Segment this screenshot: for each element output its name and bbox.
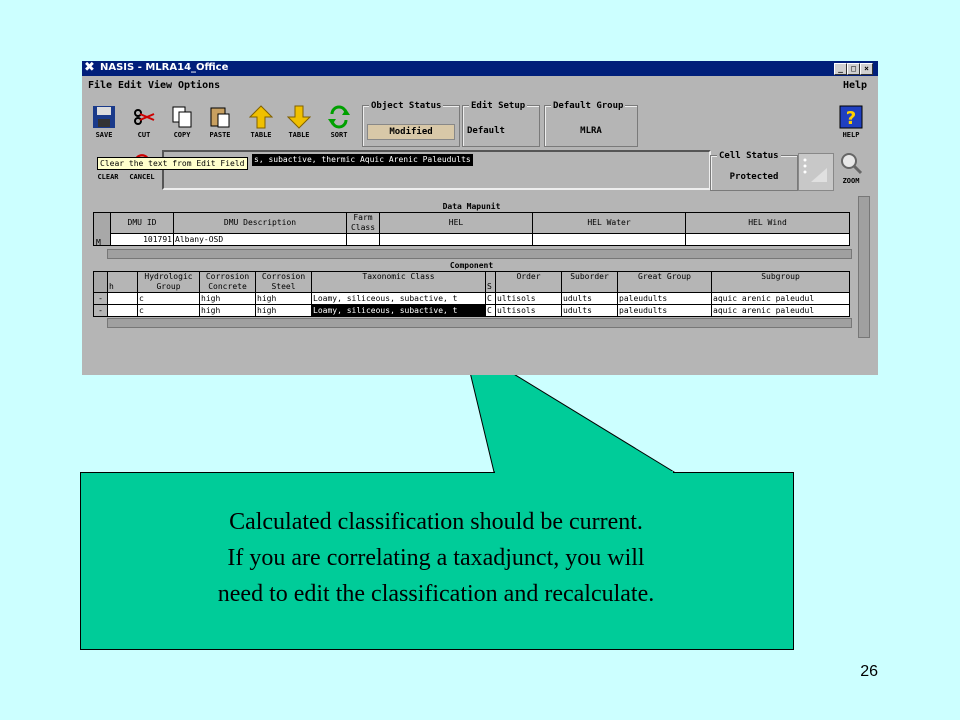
callout-text: Calculated classification should be curr… — [80, 504, 792, 612]
callout-line-3: need to edit the classification and reca… — [217, 581, 655, 607]
callout-line-1: Calculated classification should be curr… — [229, 509, 643, 535]
callout-pointer-join — [495, 471, 673, 473]
callout-line-2: If you are correlating a taxadjunct, you… — [227, 545, 645, 571]
slide-number: 26 — [860, 663, 878, 680]
